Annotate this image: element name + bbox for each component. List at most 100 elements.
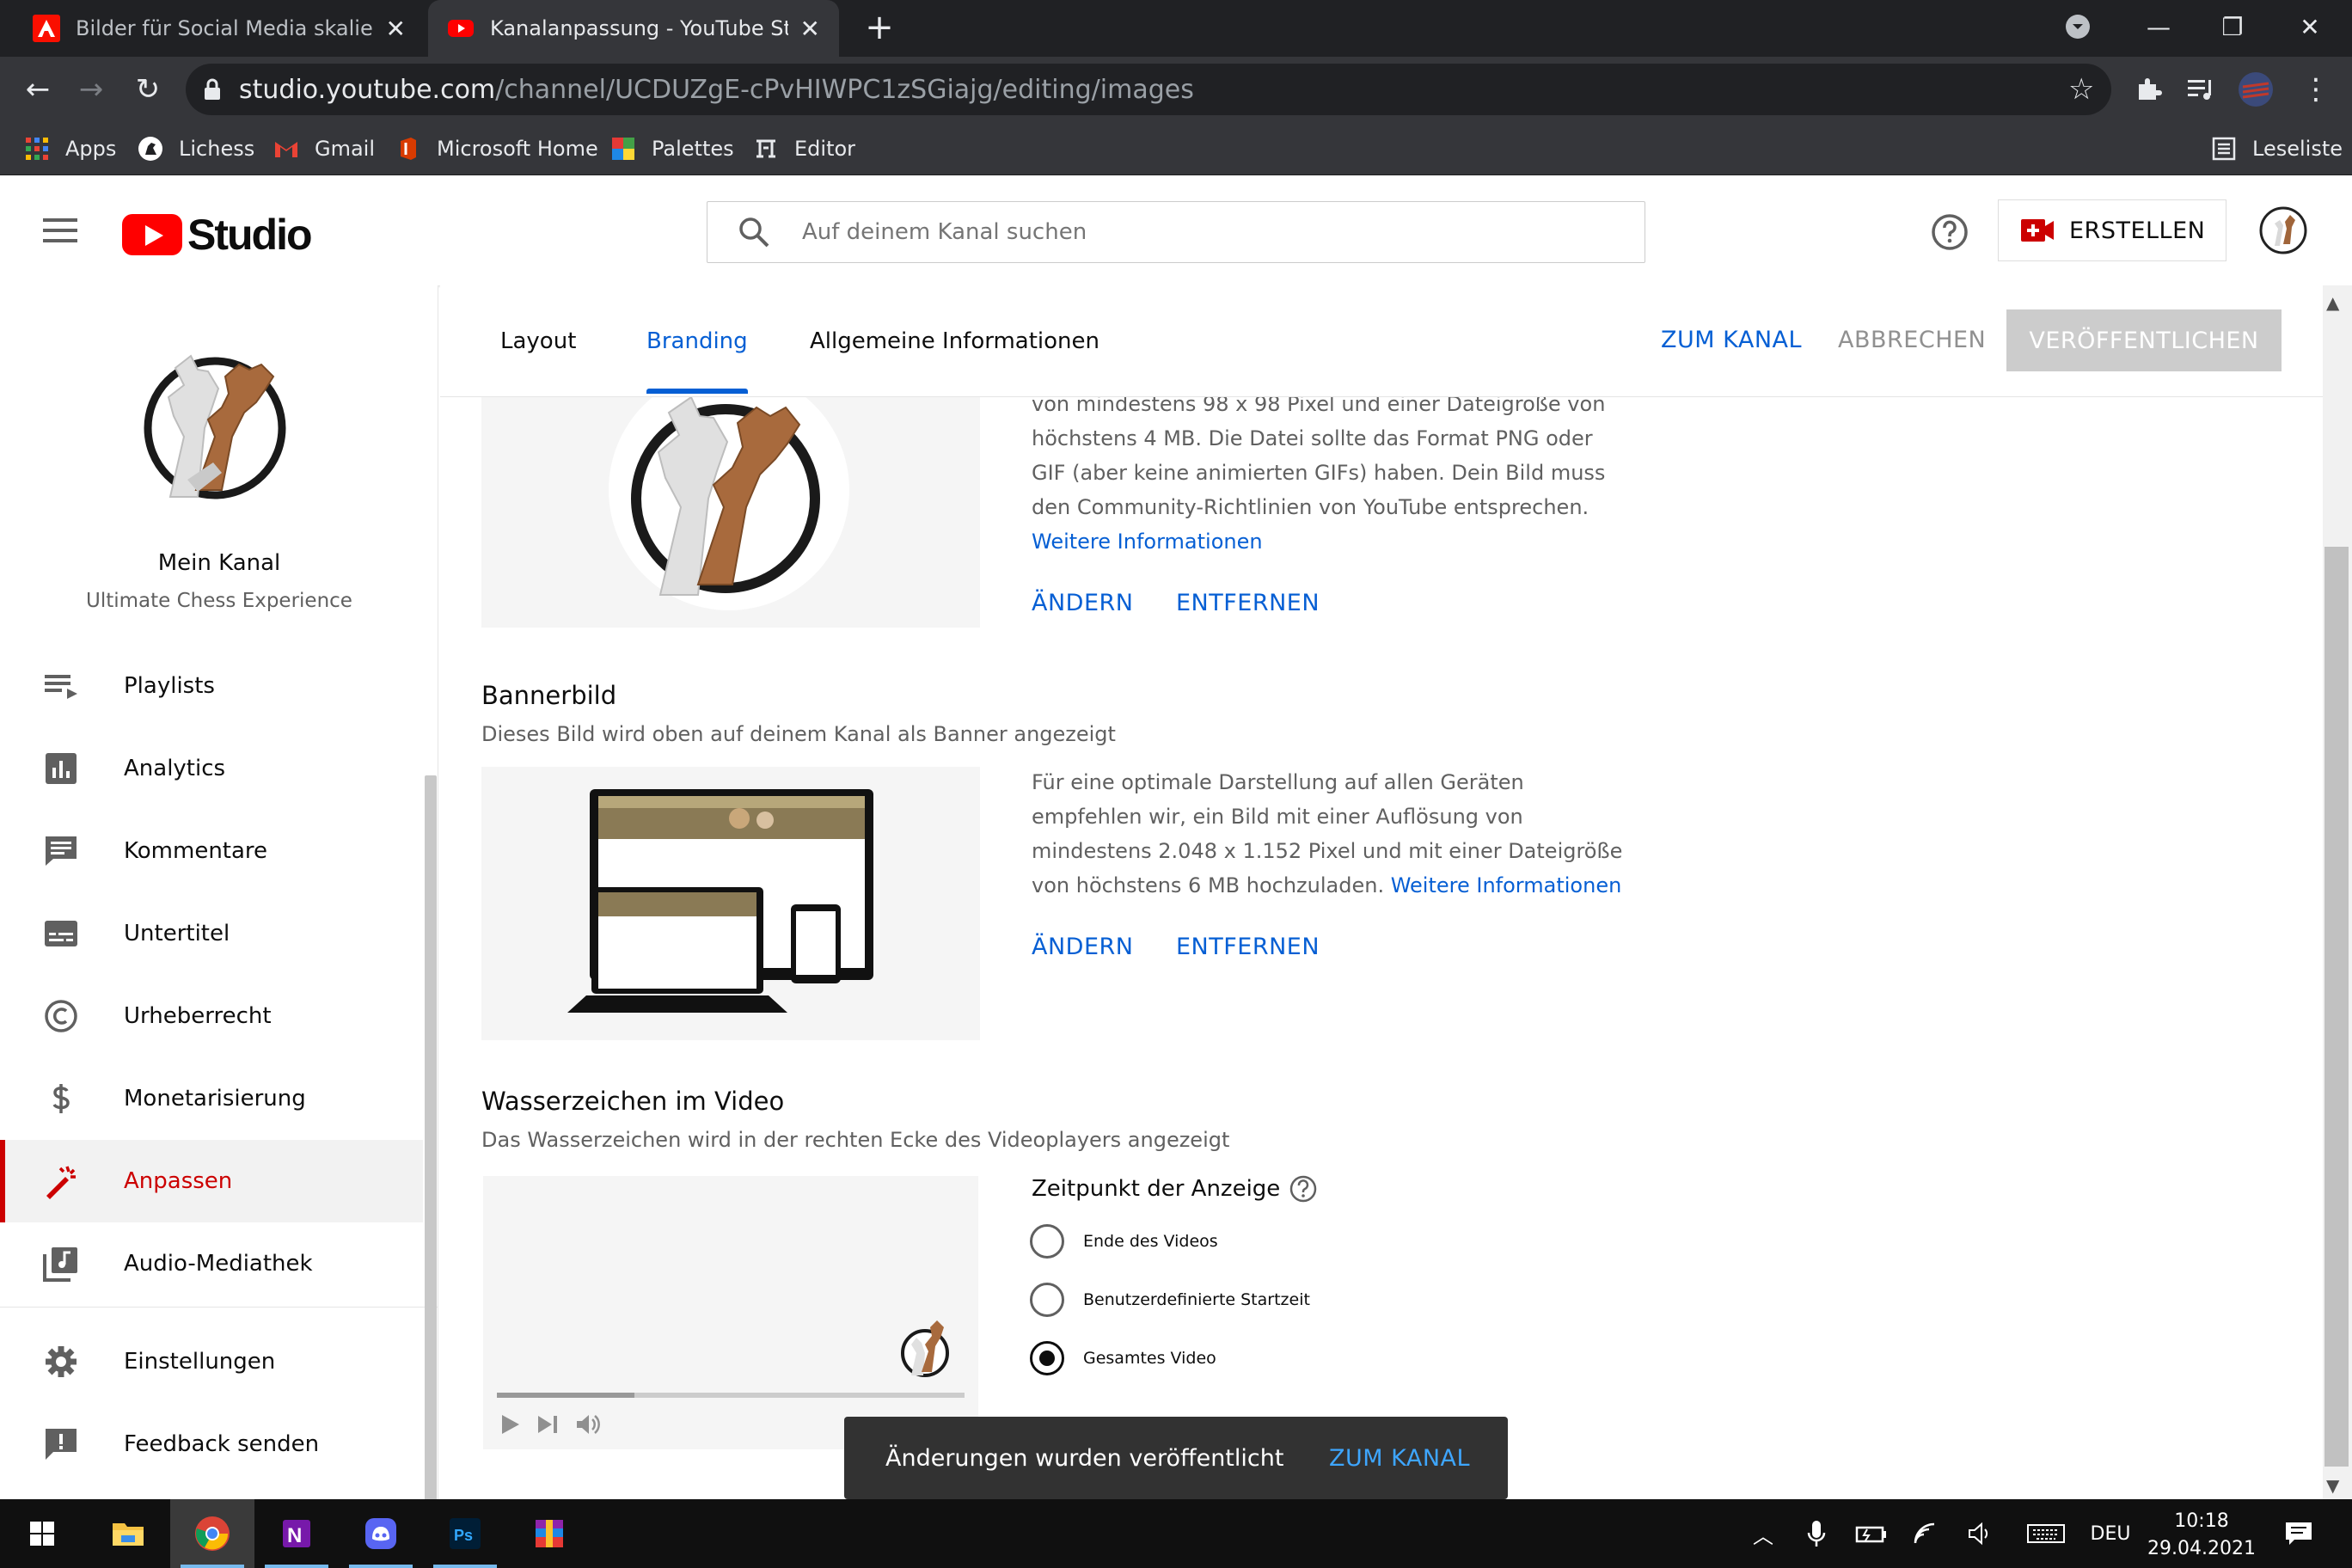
taskbar-onenote[interactable]: N <box>254 1499 339 1568</box>
audio-library-icon <box>43 1247 77 1282</box>
go-to-channel-button[interactable]: ZUM KANAL <box>1661 327 1802 353</box>
extensions-button[interactable] <box>2123 57 2175 122</box>
sidebar-item-comments[interactable]: Kommentare <box>0 810 423 892</box>
arrow-left-icon: ← <box>25 72 51 107</box>
channel-avatar[interactable] <box>136 334 304 502</box>
remove-banner-button[interactable]: ENTFERNEN <box>1176 934 1320 960</box>
tab-layout[interactable]: Layout <box>500 328 576 395</box>
profile-button[interactable] <box>2230 57 2282 122</box>
taskbar-chrome[interactable] <box>170 1499 254 1568</box>
tray-battery[interactable] <box>1850 1499 1893 1568</box>
start-button[interactable] <box>0 1499 84 1568</box>
reload-button[interactable]: ↻ <box>122 57 174 122</box>
taskbar-file-explorer[interactable] <box>86 1499 170 1568</box>
sidebar-item-monetization[interactable]: Monetarisierung <box>0 1057 423 1140</box>
menu-icon[interactable] <box>43 218 77 242</box>
chrome-icon <box>195 1516 230 1551</box>
more-vert-icon: ⋮ <box>2301 72 2331 107</box>
radio-button[interactable] <box>1030 1283 1064 1317</box>
info-line: mindestens 2.048 x 1.152 Pixel und mit e… <box>1032 839 1623 863</box>
tray-volume[interactable] <box>1960 1499 2003 1568</box>
radio-button[interactable] <box>1030 1224 1064 1259</box>
help-icon[interactable] <box>1931 213 1969 251</box>
studio-logo[interactable]: Studio <box>122 210 313 260</box>
help-icon[interactable] <box>1289 1174 1318 1204</box>
minimize-button[interactable]: — <box>2120 0 2197 53</box>
radio-custom-start-time[interactable]: Benutzerdefinierte Startzeit <box>1030 1283 1310 1317</box>
star-icon[interactable]: ☆ <box>2068 72 2094 107</box>
browser-tab-adobe[interactable]: Bilder für Social Media skalieren | ✕ <box>14 0 425 57</box>
restore-button[interactable]: ❐ <box>2194 0 2271 53</box>
browser-tab-youtube-studio[interactable]: Kanalanpassung - YouTube Studio ✕ <box>428 0 839 57</box>
info-line: GIF (aber keine animierten GIFs) haben. … <box>1032 461 1606 485</box>
bookmark-gmail[interactable]: Gmail <box>273 122 375 175</box>
lock-icon <box>205 78 220 100</box>
forward-button[interactable]: → <box>65 57 117 122</box>
sidebar-item-audio-library[interactable]: Audio-Mediathek <box>0 1222 423 1305</box>
tray-keyboard[interactable] <box>2020 1499 2072 1568</box>
create-button[interactable]: ERSTELLEN <box>1998 199 2226 261</box>
taskbar-discord[interactable] <box>339 1499 423 1568</box>
more-info-link[interactable]: Weitere Informationen <box>1032 524 1616 559</box>
sidebar-scrollbar[interactable] <box>425 775 437 1568</box>
windows-taskbar: N Ps ︿ DEU 10:18 29.04.2021 <box>0 1499 2352 1568</box>
publish-button[interactable]: VERÖFFENTLICHEN <box>2006 309 2282 371</box>
more-info-link[interactable]: Weitere Informationen <box>1391 873 1622 897</box>
new-tab-button[interactable]: + <box>860 9 899 48</box>
sidebar-item-feedback[interactable]: Feedback senden <box>0 1403 423 1485</box>
scroll-up-icon[interactable]: ▲ <box>2326 292 2339 313</box>
sidebar-item-customize[interactable]: Anpassen <box>0 1140 423 1222</box>
scroll-down-icon[interactable]: ▼ <box>2326 1475 2339 1496</box>
sidebar-item-analytics[interactable]: Analytics <box>0 727 423 810</box>
banner-info: Für eine optimale Darstellung auf allen … <box>1032 765 1633 903</box>
browser-menu-button[interactable]: ⋮ <box>2290 57 2342 122</box>
tab-search-button[interactable] <box>2039 0 2116 53</box>
editor-icon <box>756 139 775 158</box>
reading-list-button[interactable]: Leseliste <box>2211 122 2343 175</box>
taskbar-winrar[interactable] <box>507 1499 591 1568</box>
tab-branding[interactable]: Branding <box>646 328 748 395</box>
action-center-button[interactable] <box>2273 1499 2324 1568</box>
file-explorer-icon <box>113 1523 144 1546</box>
address-bar[interactable]: studio.youtube.com/channel/UCDUZgE-cPvHI… <box>186 64 2111 115</box>
snackbar-go-to-channel-button[interactable]: ZUM KANAL <box>1329 1445 1470 1472</box>
close-window-button[interactable]: ✕ <box>2271 0 2349 53</box>
radio-button-selected[interactable] <box>1030 1341 1064 1375</box>
search-input[interactable] <box>802 219 1576 245</box>
tray-microphone[interactable] <box>1797 1499 1836 1568</box>
palettes-icon <box>612 138 634 160</box>
media-control-button[interactable] <box>2177 57 2228 122</box>
playlist-icon <box>45 675 77 699</box>
change-profile-picture-button[interactable]: ÄNDERN <box>1032 590 1133 616</box>
radio-end-of-video[interactable]: Ende des Videos <box>1030 1224 1218 1259</box>
change-banner-button[interactable]: ÄNDERN <box>1032 934 1133 960</box>
sidebar-item-settings[interactable]: Einstellungen <box>0 1320 423 1403</box>
bookmarks-bar: Apps Lichess Gmail Microsoft Home Palett… <box>0 122 2352 175</box>
close-icon[interactable]: ✕ <box>386 15 406 43</box>
account-avatar[interactable] <box>2259 206 2307 254</box>
sidebar-item-playlists[interactable]: Playlists <box>0 645 423 727</box>
snackbar-message: Änderungen wurden veröffentlicht <box>885 1444 1284 1472</box>
taskbar-photoshop[interactable]: Ps <box>423 1499 507 1568</box>
bookmark-lichess[interactable]: Lichess <box>138 122 254 175</box>
main-scrollbar-thumb[interactable] <box>2324 547 2349 1467</box>
tray-overflow-button[interactable]: ︿ <box>1743 1499 1783 1568</box>
bookmark-editor[interactable]: Editor <box>753 122 855 175</box>
bookmark-apps[interactable]: Apps <box>24 122 116 175</box>
close-icon[interactable]: ✕ <box>800 15 820 43</box>
tray-wifi[interactable] <box>1905 1499 1948 1568</box>
sidebar-item-subtitles[interactable]: Untertitel <box>0 892 423 975</box>
customization-toolbar: Layout Branding Allgemeine Informationen… <box>440 285 2323 397</box>
tab-general-info[interactable]: Allgemeine Informationen <box>810 328 1099 395</box>
channel-search[interactable] <box>707 201 1645 263</box>
radio-entire-video[interactable]: Gesamtes Video <box>1030 1341 1216 1375</box>
puzzle-icon <box>2139 78 2162 100</box>
cancel-button[interactable]: ABBRECHEN <box>1838 327 1986 353</box>
bookmark-microsoft-home[interactable]: Microsoft Home <box>395 122 598 175</box>
bookmark-palettes[interactable]: Palettes <box>610 122 734 175</box>
back-button[interactable]: ← <box>12 57 64 122</box>
tray-language[interactable]: DEU <box>2080 1499 2141 1568</box>
sidebar-item-copyright[interactable]: Urheberrecht <box>0 975 423 1057</box>
taskbar-clock[interactable]: 10:18 29.04.2021 <box>2146 1508 2257 1563</box>
remove-profile-picture-button[interactable]: ENTFERNEN <box>1176 590 1320 616</box>
